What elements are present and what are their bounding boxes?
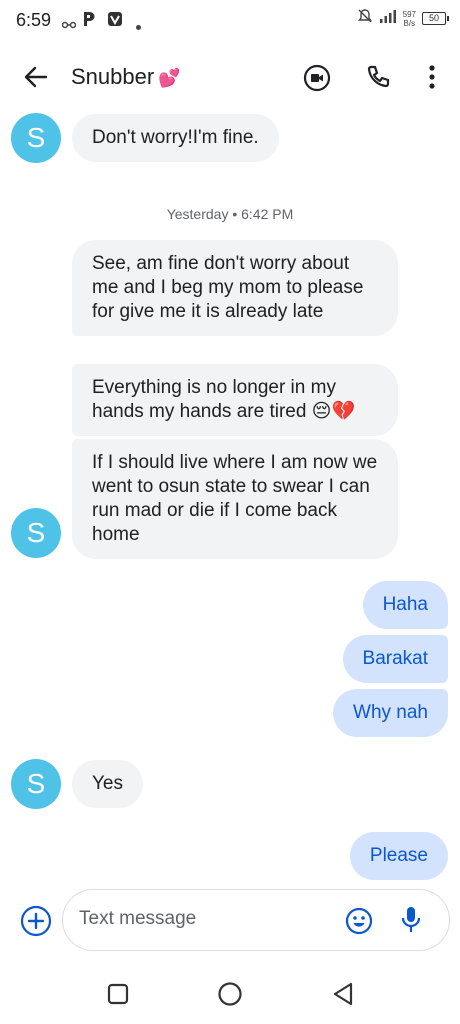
mic-icon[interactable] [400, 905, 422, 940]
recents-square-icon[interactable] [107, 983, 129, 1010]
mute-icon [357, 8, 373, 29]
message-bubble-incoming[interactable]: If I should live where I am now we went … [72, 439, 398, 559]
p-app-icon [82, 11, 96, 32]
message-bubble-incoming[interactable]: Everything is no longer in my hands my h… [72, 364, 398, 436]
phone-icon[interactable] [364, 63, 392, 96]
net-speed: 597 B/s [403, 10, 416, 28]
dot-icon [136, 17, 141, 35]
video-call-icon[interactable] [302, 63, 332, 98]
status-time: 6:59 [16, 10, 52, 30]
message-bubble-outgoing[interactable]: Why nah [333, 689, 448, 737]
message-bubble-incoming[interactable]: See, am fine don't worry about me and I … [72, 240, 398, 336]
avatar[interactable]: S [11, 113, 61, 163]
more-vert-icon[interactable] [420, 63, 444, 96]
home-circle-icon[interactable] [217, 981, 243, 1012]
battery-level: 50 [428, 13, 439, 23]
app-bar: Snubber 💕 [0, 50, 460, 106]
contact-name: Snubber [71, 64, 155, 89]
status-bar: 6:59 597 B/s 50 [0, 0, 460, 40]
signal-icon [379, 9, 397, 28]
back-triangle-icon[interactable] [331, 981, 355, 1012]
message-bubble-incoming[interactable]: Don't worry!I'm fine. [72, 114, 279, 162]
message-input[interactable] [79, 908, 329, 930]
avatar[interactable]: S [11, 508, 61, 558]
net-speed-value: 597 [402, 9, 416, 19]
net-speed-unit: B/s [403, 18, 416, 28]
add-circle-icon[interactable] [20, 905, 52, 942]
message-bubble-outgoing[interactable]: Haha [362, 581, 448, 629]
avatar[interactable]: S [11, 759, 61, 809]
battery-icon: 50 [422, 12, 449, 25]
date-divider: Yesterday • 6:42 PM [166, 206, 294, 222]
message-bubble-outgoing[interactable]: Barakat [342, 635, 448, 683]
heart-emoji-icon: 💕 [158, 68, 181, 88]
emoji-icon[interactable] [345, 907, 373, 940]
back-arrow-icon[interactable] [22, 63, 50, 96]
v-app-icon [107, 11, 123, 32]
link-icon [61, 16, 77, 34]
message-bubble-incoming[interactable]: Yes [72, 760, 143, 808]
page-title[interactable]: Snubber 💕 [71, 64, 181, 90]
message-bubble-outgoing[interactable]: Please [349, 832, 448, 880]
compose-box[interactable] [62, 889, 450, 951]
